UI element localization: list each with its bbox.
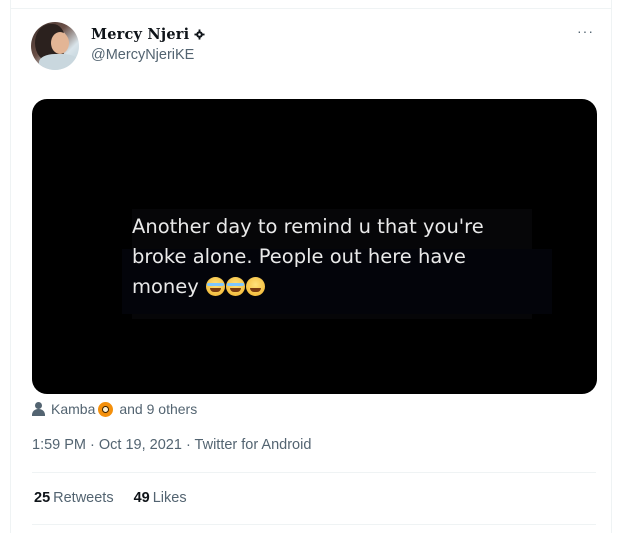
gear-badge-icon (194, 29, 205, 40)
author-name[interactable]: Mercy Njeri (91, 26, 189, 43)
avatar[interactable] (31, 22, 79, 70)
media-caption: Another day to remind u that you're brok… (132, 212, 532, 302)
likes-count: 49 (133, 490, 150, 506)
radioactive-emoji-icon (98, 401, 114, 417)
avatar-shirt (39, 54, 79, 70)
avatar-face (51, 32, 69, 54)
tears-of-joy-emoji-icon (226, 277, 246, 296)
tears-of-joy-emoji-icon (206, 277, 226, 296)
retweets-count: 25 (34, 490, 51, 506)
more-options-icon[interactable]: ··· (577, 24, 594, 38)
tweet-timestamp[interactable]: 1:59 PM · Oct 19, 2021 · Twitter for And… (32, 437, 311, 453)
tweet-media-image[interactable]: Another day to remind u that you're brok… (32, 99, 597, 394)
liked-by-row[interactable]: Kamba and 9 others (32, 401, 197, 417)
top-divider (10, 8, 612, 9)
retweets-stat[interactable]: 25 Retweets (34, 490, 114, 506)
weary-emoji-icon (246, 277, 266, 296)
engagement-stats: 25 Retweets 49 Likes (34, 490, 187, 506)
likes-label: Likes (152, 490, 187, 506)
author-handle[interactable]: @MercyNjeriKE (91, 47, 194, 63)
liked-by-name[interactable]: Kamba (51, 401, 95, 417)
author-name-row[interactable]: Mercy Njeri (91, 26, 205, 43)
likes-stat[interactable]: 49 Likes (134, 490, 187, 506)
liked-by-others[interactable]: and 9 others (119, 401, 197, 417)
person-icon (32, 402, 45, 416)
media-caption-text: Another day to remind u that you're brok… (132, 215, 484, 298)
divider (32, 472, 596, 473)
divider (32, 524, 596, 525)
retweets-label: Retweets (53, 490, 114, 506)
